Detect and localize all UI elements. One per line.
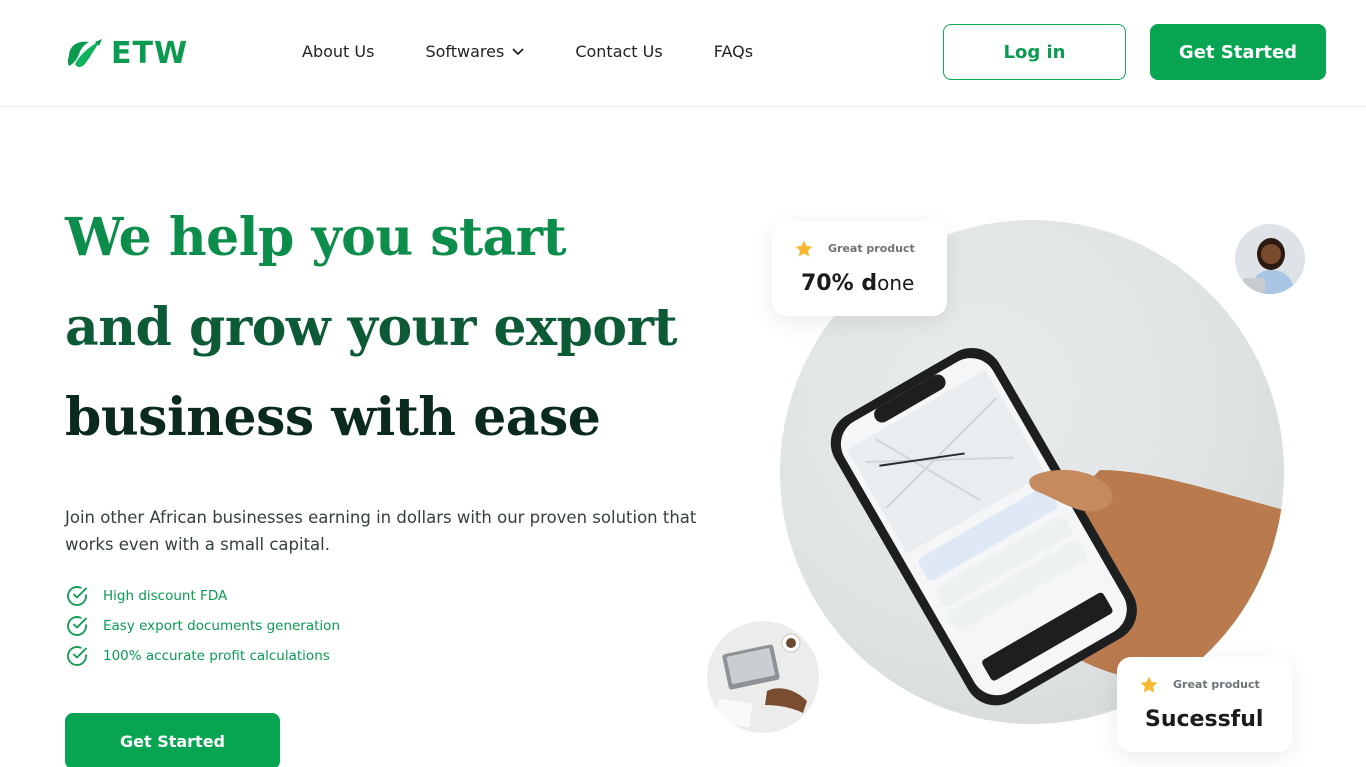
- nav-faqs[interactable]: FAQs: [714, 42, 753, 61]
- card-value: Sucessful: [1145, 707, 1264, 732]
- status-card: Great product Sucessful: [1117, 657, 1292, 752]
- feature-text: Easy export documents generation: [103, 618, 340, 634]
- nav-about-us-label: About Us: [302, 42, 375, 61]
- nav-contact-us[interactable]: Contact Us: [575, 42, 662, 61]
- main-nav: About Us Softwares Contact Us FAQs: [302, 42, 753, 61]
- hero-get-started-button[interactable]: Get Started: [65, 713, 280, 767]
- login-button[interactable]: Log in: [943, 24, 1126, 80]
- nav-softwares-dropdown[interactable]: Softwares: [425, 42, 524, 61]
- progress-card: Great product 70% done: [772, 221, 947, 316]
- card-value-bold: 70% d: [801, 271, 878, 296]
- card-label: Great product: [828, 242, 915, 255]
- card-value-light: one: [877, 271, 915, 295]
- star-icon: [1140, 676, 1158, 693]
- nav-contact-us-label: Contact Us: [575, 42, 663, 61]
- feature-text: 100% accurate profit calculations: [103, 648, 330, 664]
- nav-faqs-label: FAQs: [713, 42, 754, 61]
- hero-headline-line-2: and grow your export: [65, 297, 678, 358]
- feature-item: Easy export documents generation: [65, 611, 340, 641]
- check-circle-icon: [67, 646, 87, 666]
- nav-about-us[interactable]: About Us: [302, 42, 374, 61]
- card-label: Great product: [1173, 678, 1260, 691]
- hero-headline-line-3: business with ease: [65, 387, 601, 448]
- brand-logo[interactable]: ETW: [65, 36, 188, 71]
- chevron-down-icon: [512, 48, 524, 55]
- brand-name: ETW: [111, 36, 189, 71]
- nav-softwares-label: Softwares: [425, 42, 505, 61]
- feature-item: High discount FDA: [65, 581, 340, 611]
- header-get-started-button[interactable]: Get Started: [1150, 24, 1326, 80]
- feature-item: 100% accurate profit calculations: [65, 641, 340, 671]
- leaf-plane-logo-icon: [67, 38, 102, 67]
- site-header: ETW About Us Softwares Contact Us FAQs L…: [0, 0, 1366, 107]
- star-icon: [795, 240, 813, 257]
- hero-headline-line-1: We help you start: [65, 207, 567, 268]
- check-circle-icon: [67, 616, 87, 636]
- check-circle-icon: [67, 586, 87, 606]
- feature-text: High discount FDA: [103, 588, 228, 604]
- customer-avatar-woman: [1235, 224, 1305, 294]
- card-value: 70% done: [801, 271, 914, 296]
- laptop-desk-photo: [707, 621, 819, 733]
- hero-description: Join other African businesses earning in…: [65, 508, 697, 554]
- feature-list: High discount FDA Easy export documents …: [65, 581, 340, 671]
